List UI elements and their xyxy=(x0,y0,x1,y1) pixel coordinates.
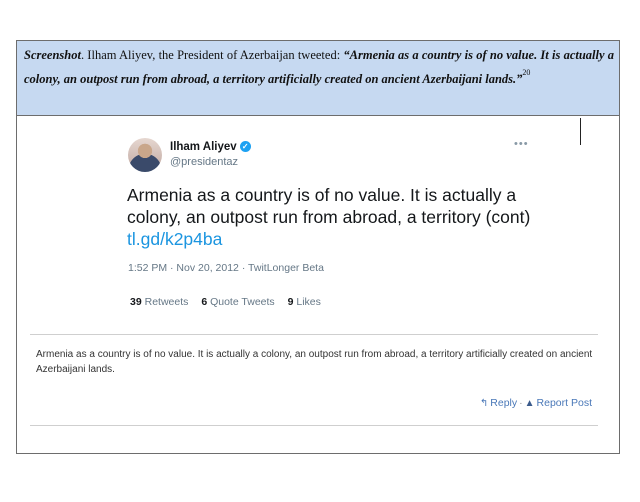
tweet-stats: 39 Retweets 6 Quote Tweets 9 Likes xyxy=(130,296,331,308)
warning-triangle-icon: ▲ xyxy=(524,398,535,409)
text-cursor xyxy=(580,118,581,145)
quotes-count: 6 xyxy=(201,296,208,308)
quotes-stat[interactable]: 6 Quote Tweets xyxy=(201,296,274,308)
report-label: Report Post xyxy=(536,397,592,409)
quotes-label: Quote Tweets xyxy=(210,296,275,308)
twitlonger-post: Armenia as a country is of no value. It … xyxy=(30,334,598,426)
tweet-card: Ilham Aliyev ✓ @presidentaz ••• Armenia a… xyxy=(118,132,558,322)
likes-label: Likes xyxy=(296,296,321,308)
tweet-text: Armenia as a country is of no value. It … xyxy=(127,184,547,250)
likes-stat[interactable]: 9 Likes xyxy=(288,296,321,308)
verified-badge-icon: ✓ xyxy=(239,141,251,152)
retweets-stat[interactable]: 39 Retweets xyxy=(130,296,188,308)
footnote-marker: 20 xyxy=(522,68,531,77)
more-dots-icon[interactable]: ••• xyxy=(514,138,529,150)
action-separator: · xyxy=(519,397,523,409)
caption-intro: . Ilham Aliyev, the President of Azerbai… xyxy=(80,48,344,62)
retweets-count: 39 xyxy=(130,296,142,308)
reply-label: Reply xyxy=(490,397,518,409)
post-text: Armenia as a country is of no value. It … xyxy=(36,349,593,375)
avatar[interactable] xyxy=(128,138,162,172)
caption-label: Screenshot xyxy=(24,48,81,62)
reply-arrow-icon: ↰ xyxy=(479,398,489,409)
retweets-label: Retweets xyxy=(144,296,189,308)
post-actions: ↰ Reply · ▲ Report Post xyxy=(480,397,592,409)
author-name-text[interactable]: Ilham Aliyev xyxy=(170,141,237,153)
tweet-author-name[interactable]: Ilham Aliyev ✓ xyxy=(170,141,251,153)
tweet-link[interactable]: tl.gd/k2p4ba xyxy=(127,228,547,250)
tweet-body: Armenia as a country is of no value. It … xyxy=(127,185,531,227)
reply-button[interactable]: ↰ Reply xyxy=(480,397,517,409)
likes-count: 9 xyxy=(287,296,294,308)
tweet-author-handle[interactable]: @presidentaz xyxy=(170,156,238,168)
caption-box: Screenshot. Ilham Aliyev, the President … xyxy=(16,40,620,116)
report-post-button[interactable]: ▲ Report Post xyxy=(525,397,592,409)
tweet-timestamp[interactable]: 1:52 PM · Nov 20, 2012 · TwitLonger Beta xyxy=(128,262,324,274)
